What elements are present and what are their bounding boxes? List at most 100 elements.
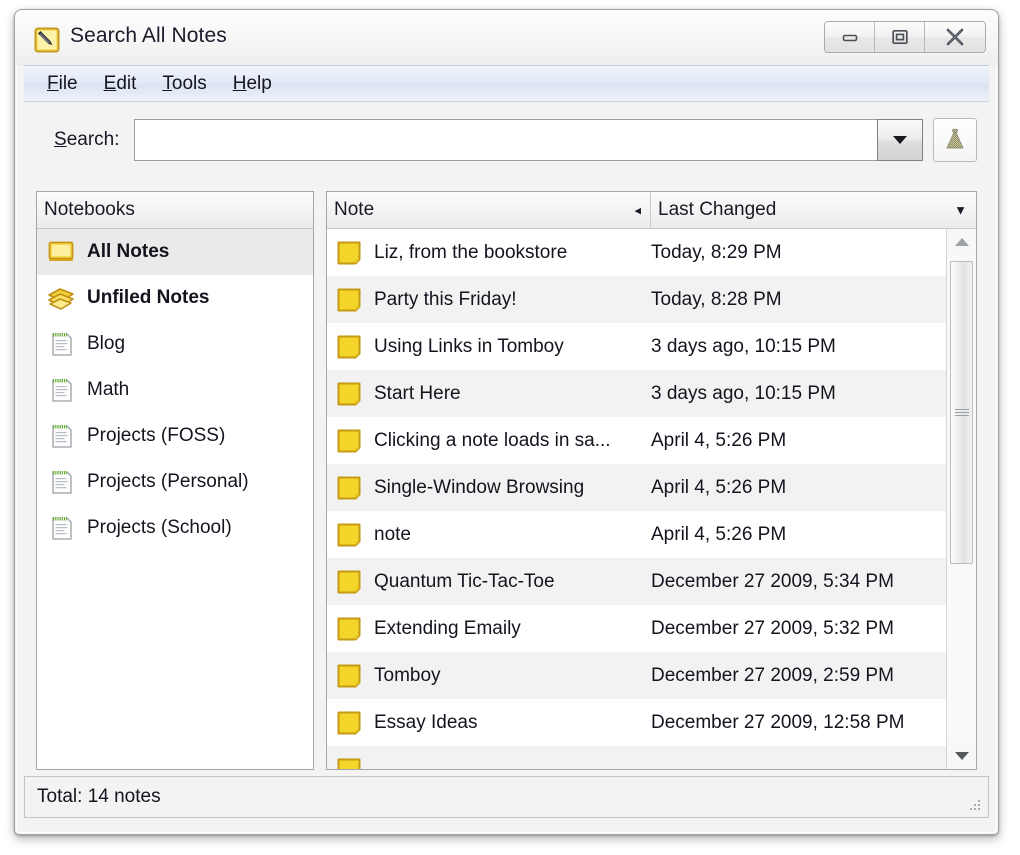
column-header-note[interactable]: Note ◂ bbox=[327, 192, 651, 228]
note-last-changed: December 27 2009, 2:59 PM bbox=[651, 664, 894, 686]
notebook-icon bbox=[46, 467, 76, 497]
column-header-last-changed-label: Last Changed bbox=[658, 199, 777, 220]
menu-help-mnemonic: H bbox=[232, 72, 247, 94]
note-title: Single-Window Browsing bbox=[374, 476, 585, 498]
notes-body: Liz, from the bookstore Today, 8:29 PM P… bbox=[327, 229, 976, 769]
table-row[interactable]: note April 4, 5:26 PM bbox=[327, 511, 946, 558]
table-row[interactable] bbox=[327, 746, 946, 769]
menu-item-help[interactable]: Help bbox=[220, 71, 285, 97]
note-pencil-icon bbox=[33, 26, 61, 54]
notebook-icon bbox=[46, 513, 76, 543]
status-bar: Total: 14 notes bbox=[24, 776, 989, 818]
sidebar-item-label: All Notes bbox=[87, 241, 170, 262]
notebooks-column-header[interactable]: Notebooks bbox=[37, 192, 313, 229]
sidebar-item-label: Math bbox=[87, 379, 130, 400]
note-icon bbox=[336, 663, 362, 689]
title-bar[interactable]: Search All Notes bbox=[15, 10, 998, 65]
note-title: Essay Ideas bbox=[374, 711, 478, 733]
note-icon bbox=[336, 381, 362, 407]
notebook-tool-button[interactable] bbox=[933, 117, 977, 162]
scrollbar-track[interactable] bbox=[947, 255, 976, 743]
application-window: Search All Notes File Edit Tools Help Se… bbox=[14, 9, 999, 835]
note-last-changed: Today, 8:29 PM bbox=[651, 241, 782, 263]
note-icon bbox=[336, 569, 362, 595]
menu-tools-mnemonic: T bbox=[162, 72, 172, 94]
close-button[interactable] bbox=[925, 22, 985, 52]
menu-item-edit[interactable]: Edit bbox=[91, 71, 150, 97]
resize-grip-icon[interactable] bbox=[968, 798, 982, 812]
note-icon bbox=[336, 428, 362, 454]
table-row[interactable]: Using Links in Tomboy 3 days ago, 10:15 … bbox=[327, 323, 946, 370]
note-last-changed: December 27 2009, 12:58 PM bbox=[651, 711, 905, 733]
sidebar-item-projects-school[interactable]: Projects (School) bbox=[37, 505, 313, 551]
note-title: Using Links in Tomboy bbox=[374, 335, 564, 357]
note-last-changed: December 27 2009, 5:32 PM bbox=[651, 617, 894, 639]
notebooks-pane: Notebooks All Notes Unfiled Notes Blog M… bbox=[36, 191, 314, 770]
unfiled-notes-icon bbox=[46, 283, 76, 313]
table-row[interactable]: Essay Ideas December 27 2009, 12:58 PM bbox=[327, 699, 946, 746]
note-icon bbox=[336, 475, 362, 501]
table-row[interactable]: Clicking a note loads in sa... April 4, … bbox=[327, 417, 946, 464]
column-last-changed-sort-indicator: ▼ bbox=[954, 202, 967, 218]
menu-file-mnemonic: F bbox=[47, 72, 59, 94]
table-row[interactable]: Party this Friday! Today, 8:28 PM bbox=[327, 276, 946, 323]
note-title: Quantum Tic-Tac-Toe bbox=[374, 570, 555, 592]
note-title: Tomboy bbox=[374, 664, 441, 686]
menu-item-tools[interactable]: Tools bbox=[149, 71, 219, 97]
sidebar-item-label: Unfiled Notes bbox=[87, 287, 210, 308]
note-title: Clicking a note loads in sa... bbox=[374, 429, 611, 451]
sidebar-item-all-notes[interactable]: All Notes bbox=[37, 229, 313, 275]
triangle-down-icon bbox=[954, 752, 969, 760]
notes-vertical-scrollbar[interactable] bbox=[946, 229, 976, 769]
menu-file-rest: ile bbox=[58, 72, 78, 94]
triangle-up-icon bbox=[954, 238, 969, 246]
column-header-last-changed[interactable]: Last Changed ▼ bbox=[651, 192, 976, 228]
notebooks-header-label: Notebooks bbox=[44, 199, 135, 220]
column-note-sort-indicator: ◂ bbox=[634, 202, 641, 218]
status-text: Total: 14 notes bbox=[37, 786, 161, 807]
search-label-rest: earch: bbox=[66, 128, 120, 150]
note-icon bbox=[336, 757, 362, 769]
note-last-changed: 3 days ago, 10:15 PM bbox=[651, 382, 836, 404]
table-row[interactable]: Single-Window Browsing April 4, 5:26 PM bbox=[327, 464, 946, 511]
note-icon bbox=[336, 334, 362, 360]
sidebar-item-projects-personal[interactable]: Projects (Personal) bbox=[37, 459, 313, 505]
menu-help-rest: elp bbox=[246, 72, 272, 94]
main-content: Notebooks All Notes Unfiled Notes Blog M… bbox=[24, 177, 989, 780]
note-icon bbox=[336, 710, 362, 736]
note-last-changed: April 4, 5:26 PM bbox=[651, 476, 787, 498]
table-row[interactable]: Extending Emaily December 27 2009, 5:32 … bbox=[327, 605, 946, 652]
search-toolbar: Search: bbox=[24, 102, 989, 177]
note-icon bbox=[336, 240, 362, 266]
table-row[interactable]: Start Here 3 days ago, 10:15 PM bbox=[327, 370, 946, 417]
sidebar-item-unfiled-notes[interactable]: Unfiled Notes bbox=[37, 275, 313, 321]
sidebar-item-blog[interactable]: Blog bbox=[37, 321, 313, 367]
table-row[interactable]: Tomboy December 27 2009, 2:59 PM bbox=[327, 652, 946, 699]
search-label: Search: bbox=[54, 129, 120, 151]
notebook-tool-icon bbox=[946, 128, 964, 148]
note-last-changed: December 27 2009, 5:34 PM bbox=[651, 570, 894, 592]
sidebar-item-projects-foss[interactable]: Projects (FOSS) bbox=[37, 413, 313, 459]
maximize-button[interactable] bbox=[875, 22, 925, 52]
note-last-changed: April 4, 5:26 PM bbox=[651, 429, 787, 451]
all-notes-icon bbox=[46, 237, 76, 267]
menu-item-file[interactable]: File bbox=[34, 71, 91, 97]
search-history-dropdown-button[interactable] bbox=[877, 118, 923, 161]
table-row[interactable]: Quantum Tic-Tac-Toe December 27 2009, 5:… bbox=[327, 558, 946, 605]
note-title: Liz, from the bookstore bbox=[374, 241, 568, 263]
note-title: note bbox=[374, 523, 411, 545]
minimize-button[interactable] bbox=[825, 22, 875, 52]
scroll-up-button[interactable] bbox=[947, 229, 976, 255]
table-row[interactable]: Liz, from the bookstore Today, 8:29 PM bbox=[327, 229, 946, 276]
menu-edit-rest: dit bbox=[116, 72, 137, 94]
scroll-down-button[interactable] bbox=[947, 743, 976, 769]
sidebar-item-label: Projects (Personal) bbox=[87, 471, 249, 492]
sidebar-item-math[interactable]: Math bbox=[37, 367, 313, 413]
window-controls bbox=[824, 21, 986, 53]
notebook-icon bbox=[46, 421, 76, 451]
search-input[interactable] bbox=[133, 118, 877, 161]
note-title: Party this Friday! bbox=[374, 288, 517, 310]
menu-edit-mnemonic: E bbox=[103, 72, 117, 94]
note-last-changed: April 4, 5:26 PM bbox=[651, 523, 787, 545]
scrollbar-thumb[interactable] bbox=[950, 261, 973, 564]
